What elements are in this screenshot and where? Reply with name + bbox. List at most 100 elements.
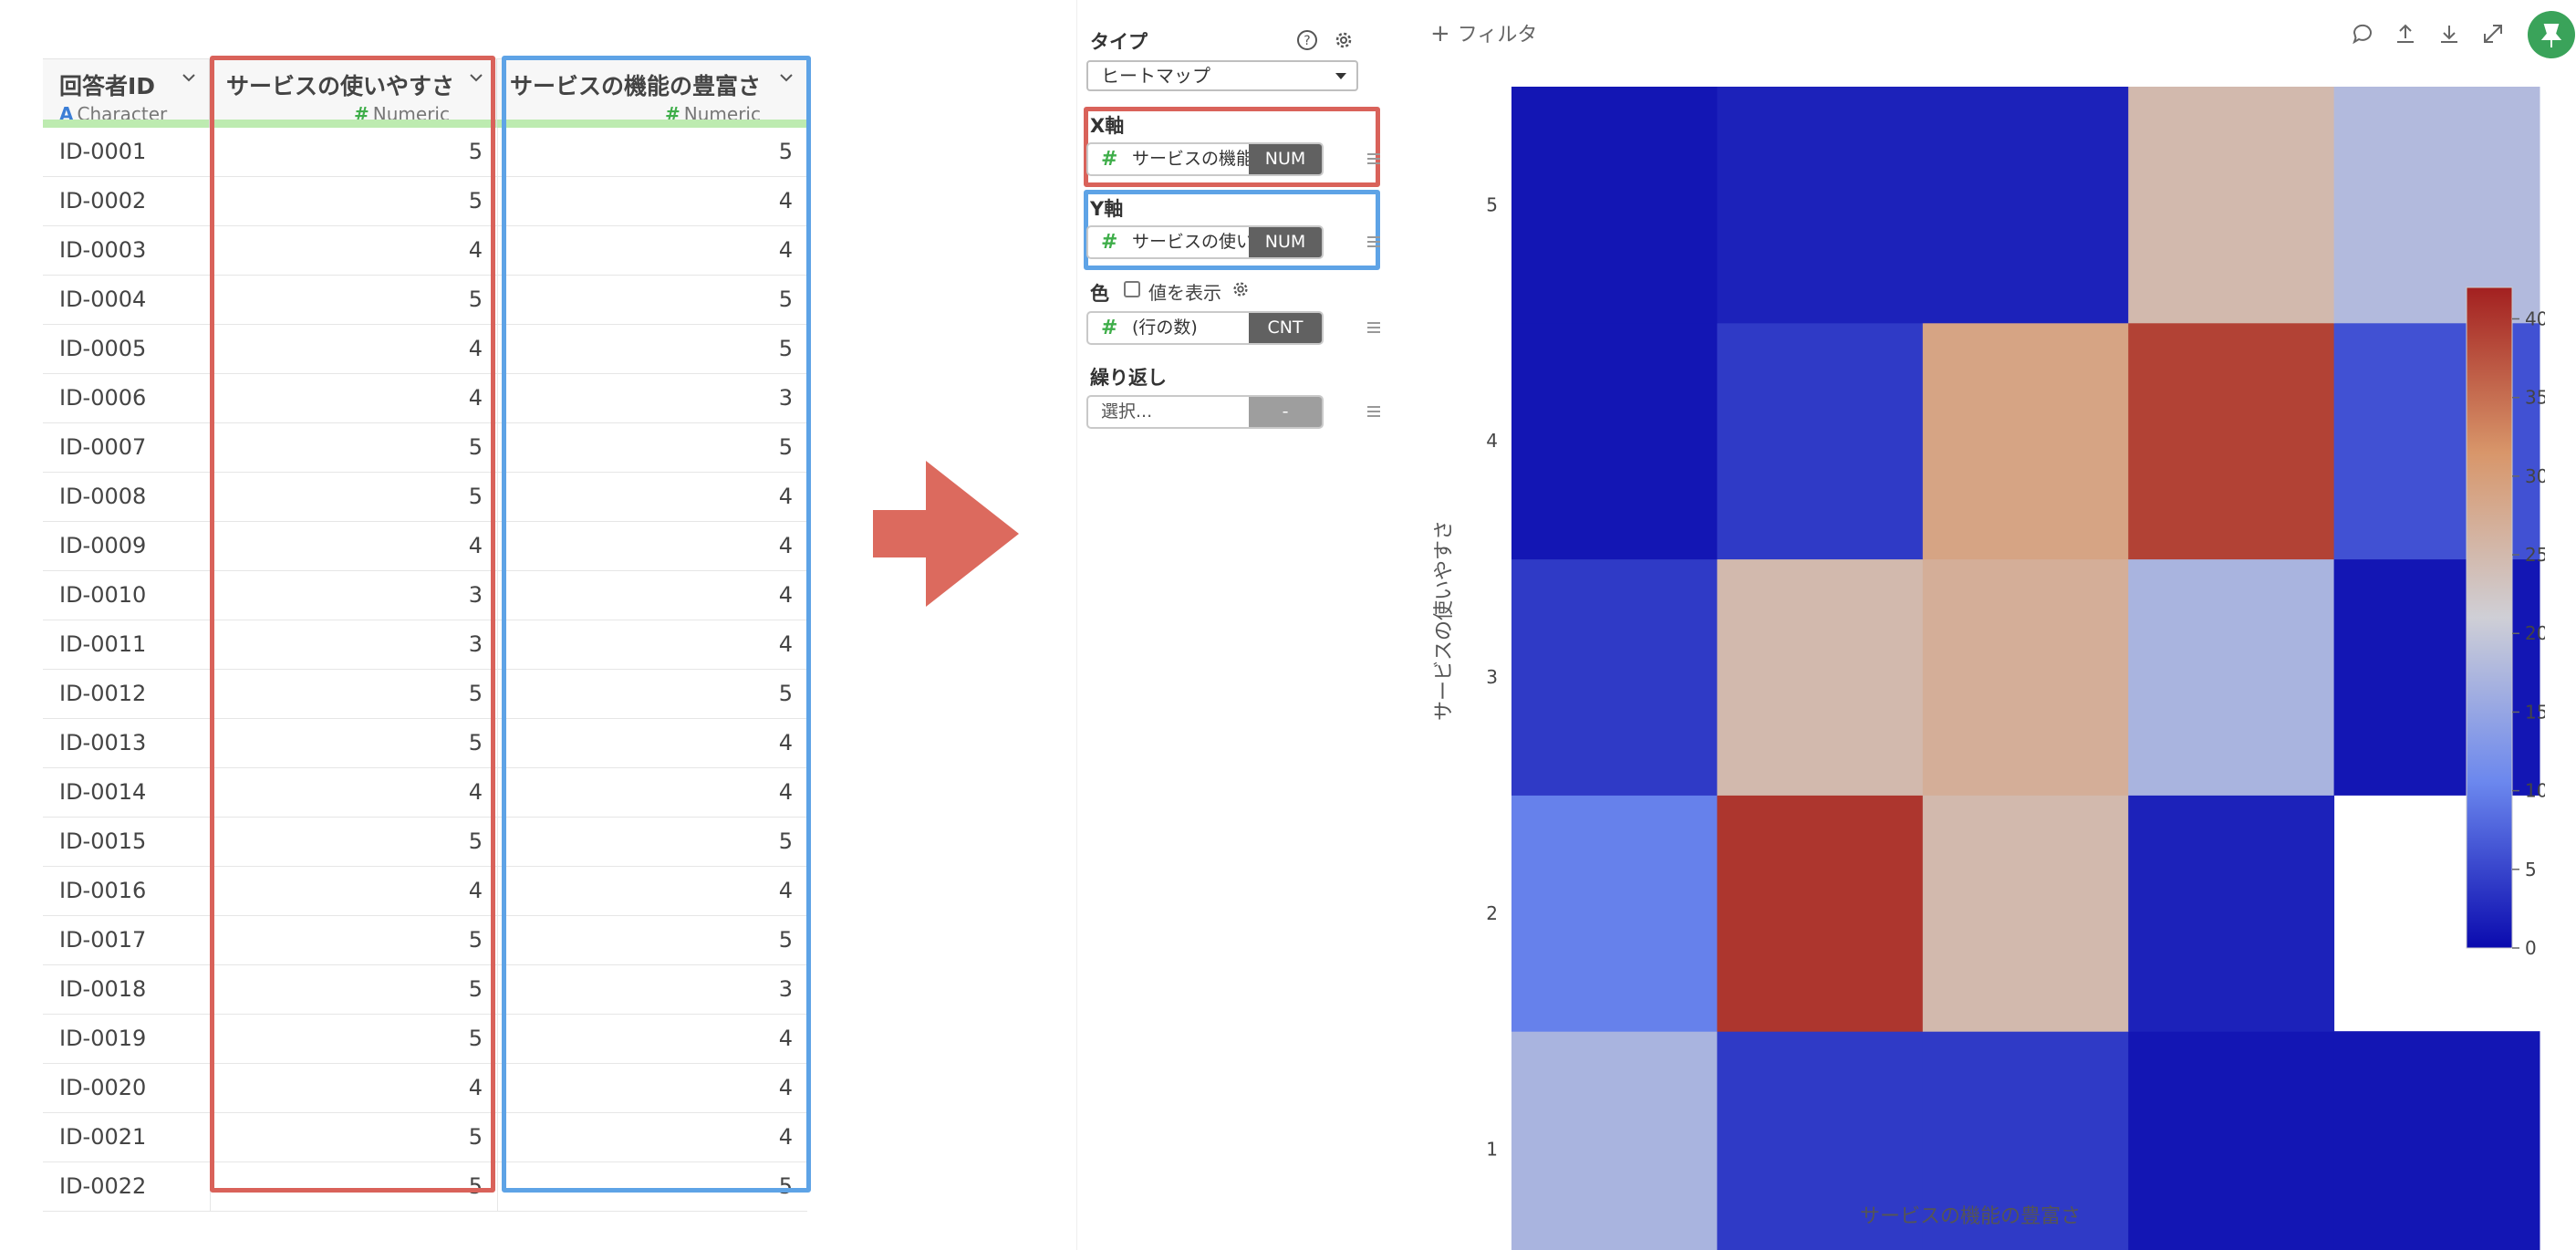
- table-row[interactable]: ID-0009 4 4: [43, 522, 807, 571]
- drag-handle-icon[interactable]: [1367, 406, 1380, 417]
- gear-icon[interactable]: [1333, 29, 1355, 51]
- table-cell: 5: [497, 423, 807, 472]
- colorbar-tick-label: 25: [2525, 544, 2545, 566]
- heatmap-cell: [1717, 795, 1924, 1032]
- table-cell: 4: [210, 374, 497, 422]
- table-cell: 4: [497, 1015, 807, 1063]
- table-cell: ID-0021: [59, 1124, 147, 1150]
- table-cell: ID-0002: [59, 188, 147, 214]
- heatmap-cell: [1922, 87, 2129, 324]
- drag-handle-icon[interactable]: [1367, 153, 1380, 164]
- heatmap-cell: [1511, 795, 1718, 1032]
- y-axis-field[interactable]: # サービスの使いやすさ NUM: [1086, 225, 1324, 259]
- y-tick-label: 3: [1486, 666, 1498, 688]
- colorbar-tick-label: 30: [2525, 465, 2545, 487]
- table-cell: 5: [210, 177, 497, 225]
- table-row[interactable]: ID-0016 4 4: [43, 867, 807, 916]
- filter-label: フィルタ: [1457, 24, 1538, 47]
- table-cell: 3: [210, 571, 497, 620]
- table-cell: 5: [210, 719, 497, 767]
- table-row[interactable]: ID-0021 5 4: [43, 1113, 807, 1162]
- download-icon[interactable]: [2437, 22, 2461, 46]
- heatmap-cells: [1511, 87, 2540, 1250]
- y-tick-label: 4: [1486, 430, 1498, 452]
- table-row[interactable]: ID-0010 3 4: [43, 571, 807, 620]
- table-cell: ID-0009: [59, 533, 147, 558]
- table-cell: 5: [210, 473, 497, 521]
- y-axis-agg-badge[interactable]: NUM: [1249, 227, 1322, 257]
- show-values-label: 値を表示: [1148, 282, 1221, 304]
- table-cell: ID-0016: [59, 878, 147, 903]
- table-cell: 5: [210, 670, 497, 718]
- column-header-features[interactable]: サービスの機能の豊富さ # Numeric: [497, 59, 807, 128]
- table-row[interactable]: ID-0015 5 5: [43, 818, 807, 867]
- numeric-type-icon: #: [1101, 317, 1118, 339]
- table-row[interactable]: ID-0004 5 5: [43, 276, 807, 325]
- upload-icon[interactable]: [2394, 22, 2417, 46]
- table-cell: 4: [210, 325, 497, 373]
- chevron-down-icon[interactable]: [182, 70, 196, 85]
- color-agg-badge[interactable]: CNT: [1249, 313, 1322, 343]
- table-cell: ID-0020: [59, 1075, 147, 1100]
- table-row[interactable]: ID-0020 4 4: [43, 1064, 807, 1113]
- heatmap-cell: [2128, 1031, 2335, 1250]
- heatmap-cell: [1511, 87, 1718, 324]
- table-cell: 5: [497, 128, 807, 176]
- table-row[interactable]: ID-0002 5 4: [43, 177, 807, 226]
- drag-handle-icon[interactable]: [1367, 322, 1380, 333]
- help-icon[interactable]: ?: [1296, 29, 1318, 51]
- table-row[interactable]: ID-0013 5 4: [43, 719, 807, 768]
- heatmap-cell: [2128, 322, 2335, 560]
- color-field[interactable]: # (行の数) CNT: [1086, 311, 1324, 345]
- table-cell: 4: [497, 1113, 807, 1161]
- repeat-agg-badge[interactable]: -: [1249, 397, 1322, 427]
- table-row[interactable]: ID-0014 4 4: [43, 768, 807, 818]
- table-row[interactable]: ID-0012 5 5: [43, 670, 807, 719]
- table-cell: ID-0004: [59, 286, 147, 312]
- table-cell: ID-0010: [59, 582, 147, 608]
- table-cell: 5: [210, 1015, 497, 1063]
- table-cell: 4: [497, 571, 807, 620]
- table-row[interactable]: ID-0017 5 5: [43, 916, 807, 965]
- table-row[interactable]: ID-0005 4 5: [43, 325, 807, 374]
- filter-button[interactable]: + フィルタ: [1430, 18, 1537, 47]
- column-quality-bar: [210, 120, 496, 128]
- repeat-field[interactable]: 選択... -: [1086, 395, 1324, 429]
- table-row[interactable]: ID-0022 5 5: [43, 1162, 807, 1212]
- drag-handle-icon[interactable]: [1367, 236, 1380, 247]
- table-cell: 4: [497, 226, 807, 275]
- column-header-respondent-id[interactable]: 回答者ID A Character: [43, 59, 210, 128]
- table-row[interactable]: ID-0007 5 5: [43, 423, 807, 473]
- colorbar-tick-label: 40: [2525, 307, 2545, 329]
- repeat-placeholder: 選択...: [1101, 401, 1153, 422]
- table-body: ID-0001 5 5 ID-0002 5 4 ID-0003 4 4 ID-0004 5 5 ID-0…: [43, 128, 807, 1212]
- x-axis-field[interactable]: # サービスの機能の豊富さ NUM: [1086, 142, 1324, 176]
- pin-button[interactable]: [2528, 11, 2575, 58]
- chevron-down-icon[interactable]: [469, 70, 483, 85]
- colorbar-tick-label: 20: [2525, 622, 2545, 644]
- heatmap-cell: [2128, 795, 2335, 1032]
- table-row[interactable]: ID-0003 4 4: [43, 226, 807, 276]
- expand-icon[interactable]: [2481, 22, 2505, 46]
- caret-down-icon: [1335, 73, 1346, 79]
- table-header: 回答者ID A Character サービスの使いやすさ # Numeric サービ…: [43, 58, 807, 128]
- table-row[interactable]: ID-0001 5 5: [43, 128, 807, 177]
- table-cell: ID-0014: [59, 779, 147, 805]
- heatmap-cell: [1717, 558, 1924, 796]
- chart-type-select[interactable]: ヒートマップ: [1086, 60, 1358, 91]
- comment-icon[interactable]: [2351, 22, 2374, 46]
- table-row[interactable]: ID-0006 4 3: [43, 374, 807, 423]
- chevron-down-icon[interactable]: [779, 70, 794, 85]
- svg-text:?: ?: [1304, 34, 1310, 48]
- heatmap-chart: 1 2 3 4 5 1 2 3 4 5 サービスの機能の豊富さ サービスの使いやすさ 0 5 10 1…: [1433, 87, 2545, 1250]
- table-row[interactable]: ID-0011 3 4: [43, 620, 807, 670]
- table-row[interactable]: ID-0019 5 4: [43, 1015, 807, 1064]
- x-axis-agg-badge[interactable]: NUM: [1249, 144, 1322, 174]
- show-values-checkbox[interactable]: [1124, 281, 1140, 297]
- column-header-usability[interactable]: サービスの使いやすさ # Numeric: [210, 59, 497, 128]
- table-cell: 4: [497, 719, 807, 767]
- table-cell: 3: [210, 620, 497, 669]
- table-row[interactable]: ID-0018 5 3: [43, 965, 807, 1015]
- gear-icon[interactable]: [1231, 279, 1251, 299]
- table-row[interactable]: ID-0008 5 4: [43, 473, 807, 522]
